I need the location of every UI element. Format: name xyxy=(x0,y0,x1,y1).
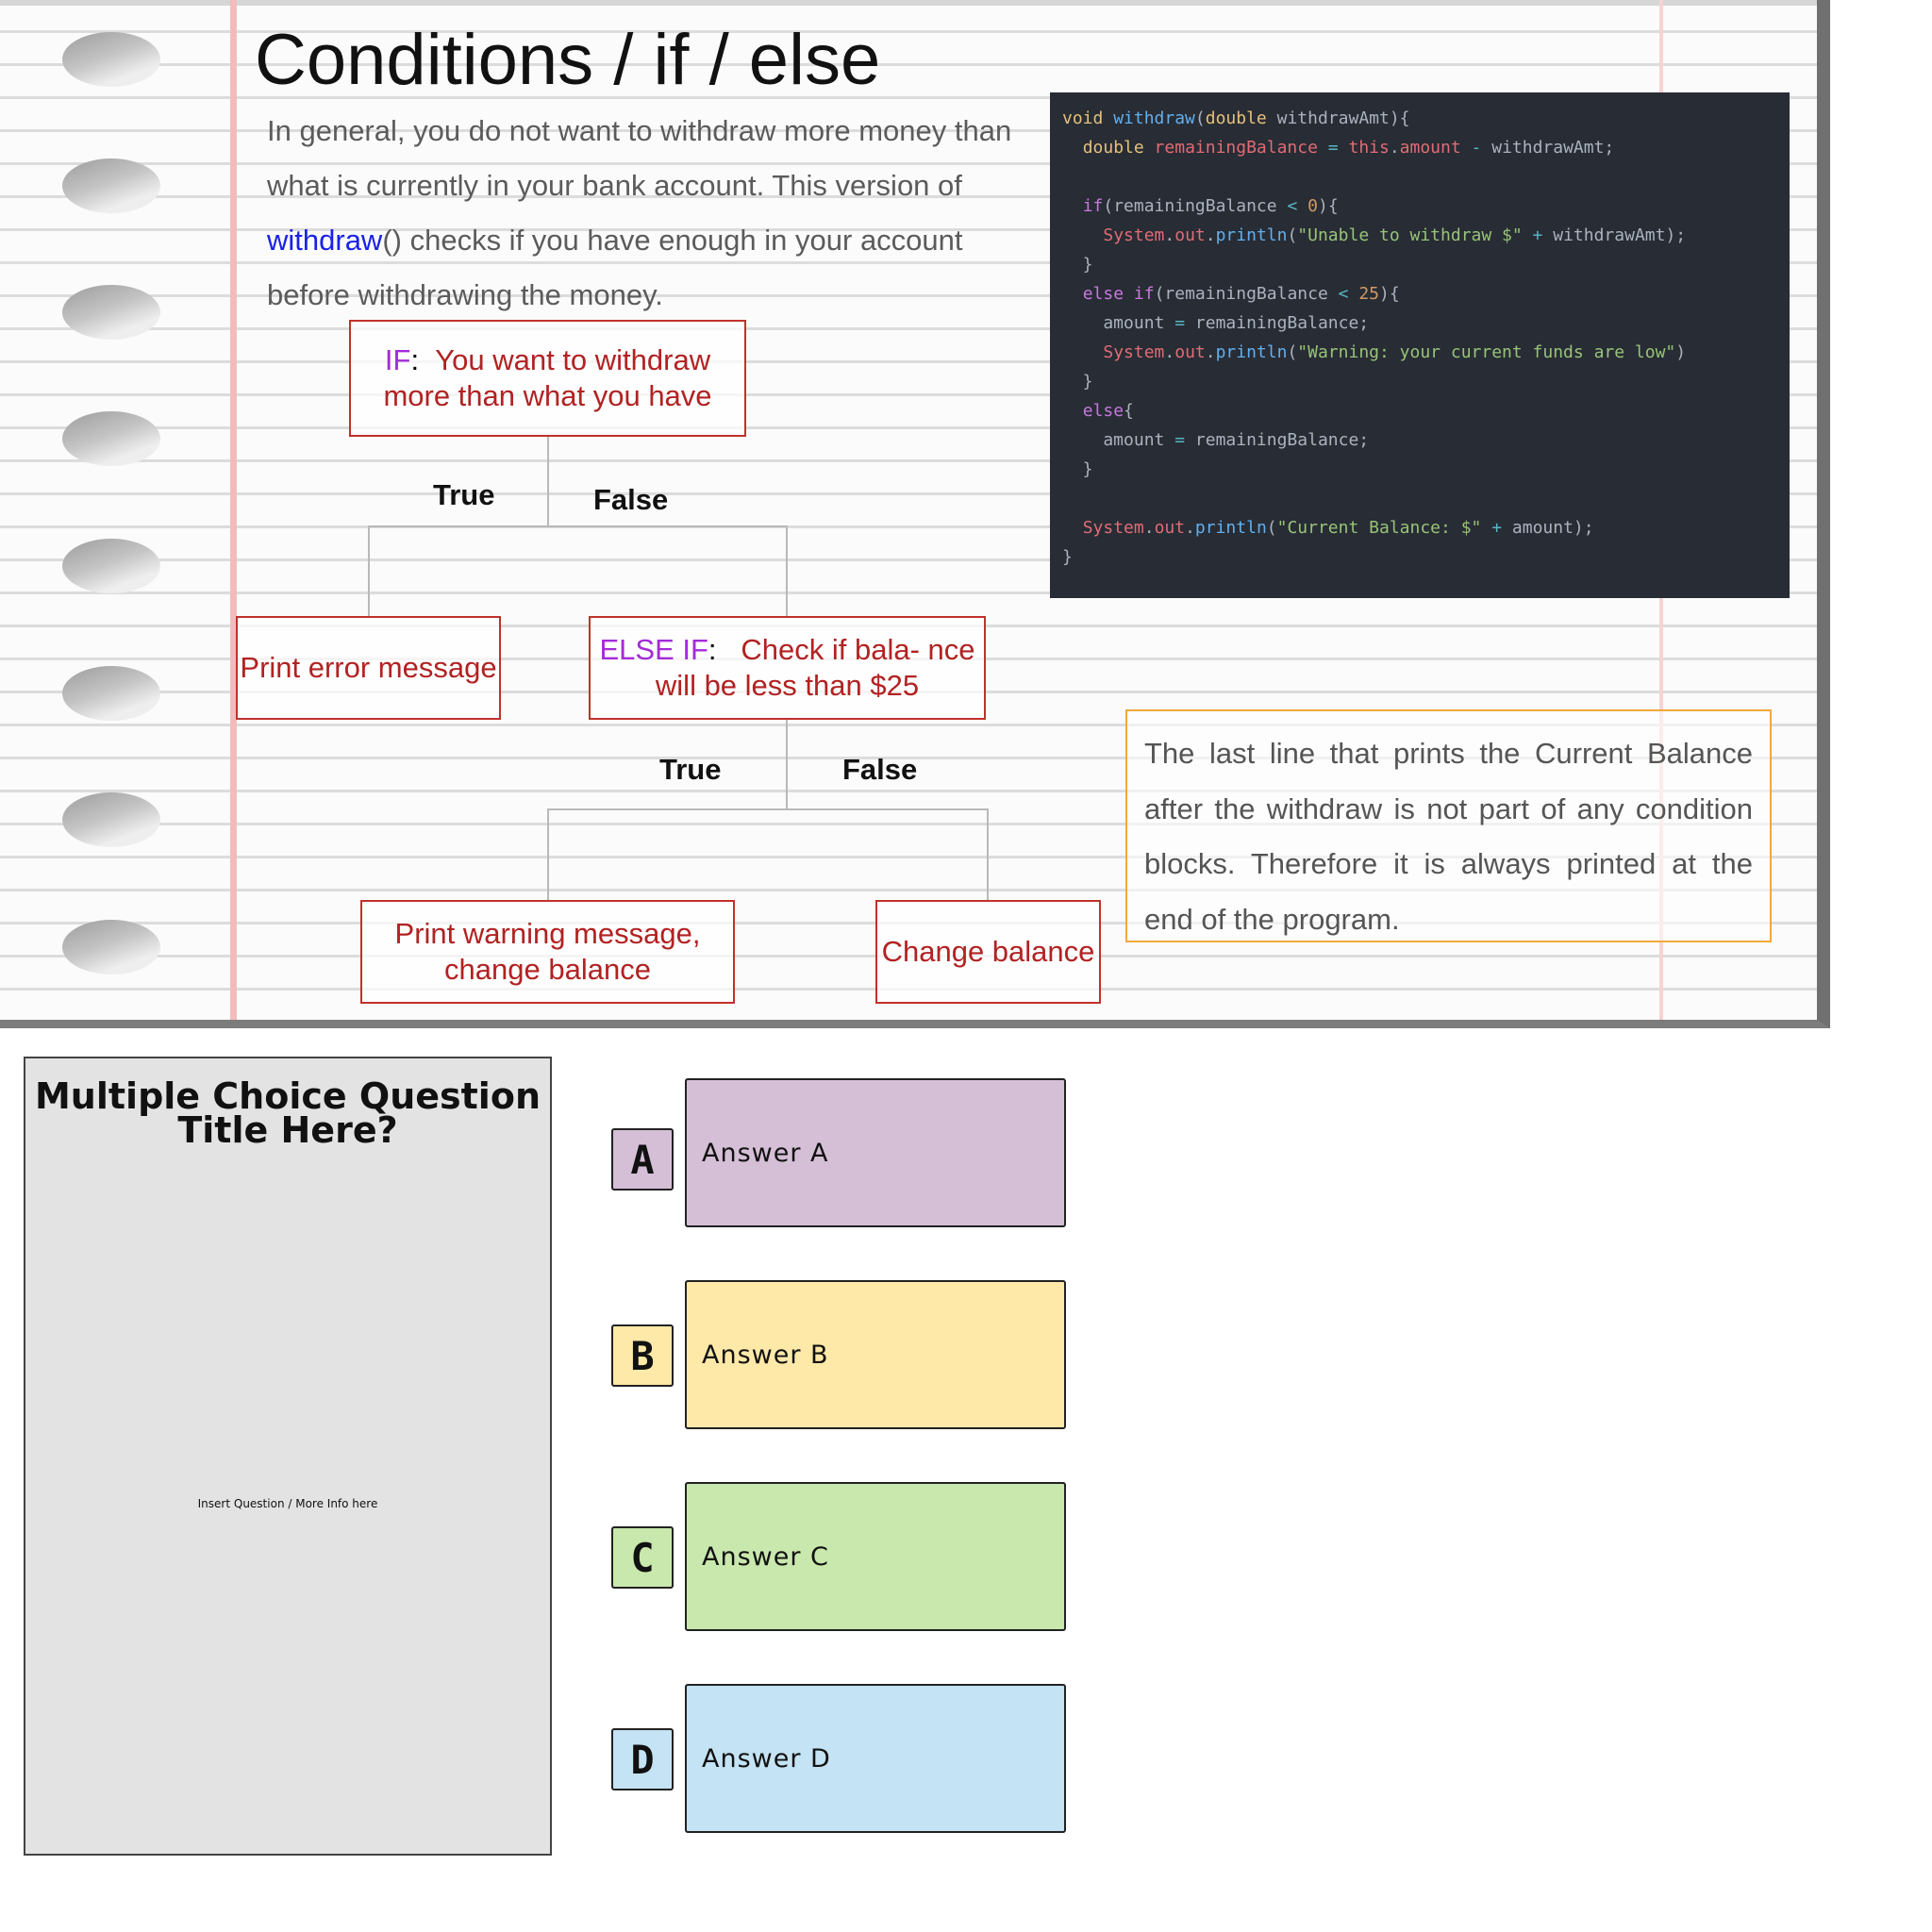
binder-hole-icon xyxy=(62,32,160,87)
code-line: System.out.println("Current Balance: $" … xyxy=(1082,518,1594,538)
binder-hole-icon xyxy=(62,666,160,721)
binder-hole-icon xyxy=(62,920,160,974)
branch-label-true: True xyxy=(433,478,495,511)
code-line: if(remainingBalance < 0){ xyxy=(1082,196,1339,216)
option-d-letter[interactable]: D xyxy=(611,1728,674,1790)
code-line: double remainingBalance = this.amount - … xyxy=(1082,138,1615,158)
notebook-slide: Conditions / if / else In general, you d… xyxy=(0,0,1830,1028)
option-d-answer[interactable]: Answer D xyxy=(685,1684,1066,1833)
binder-hole-icon xyxy=(62,792,160,847)
change-balance-box: Change balance xyxy=(875,900,1101,1004)
option-c-answer[interactable]: Answer C xyxy=(685,1482,1066,1631)
binder-hole-icon xyxy=(62,158,160,213)
margin-line-left xyxy=(230,0,237,1020)
print-warning-text: Print warning message, change balance xyxy=(394,917,701,986)
option-a-answer[interactable]: Answer A xyxy=(685,1078,1066,1227)
question-title: Multiple Choice Question Title Here? xyxy=(34,1075,541,1151)
code-line: } xyxy=(1062,459,1093,479)
code-line: amount = remainingBalance; xyxy=(1062,430,1370,450)
print-warning-box: Print warning message, change balance xyxy=(360,900,735,1004)
option-c-letter[interactable]: C xyxy=(611,1526,674,1589)
intro-method-name: withdraw xyxy=(267,224,383,257)
connector-line xyxy=(987,808,989,901)
code-line: System.out.println("Warning: your curren… xyxy=(1103,342,1687,362)
option-b-answer[interactable]: Answer B xyxy=(685,1280,1066,1429)
question-info: Insert Question / More Info here xyxy=(197,1497,378,1510)
code-line: } xyxy=(1062,372,1093,391)
paper-top-edge xyxy=(0,0,1817,6)
if-keyword: IF xyxy=(384,343,411,376)
connector-line xyxy=(547,436,549,526)
print-error-text: Print error message xyxy=(240,651,497,684)
option-b-letter[interactable]: B xyxy=(611,1324,674,1387)
print-error-box: Print error message xyxy=(236,616,501,720)
else-if-condition-box: ELSE IF: Check if bala- nce will be less… xyxy=(589,616,986,720)
connector-line xyxy=(786,719,788,809)
connector-line xyxy=(547,808,549,901)
code-line: } xyxy=(1062,547,1073,567)
change-balance-text: Change balance xyxy=(881,935,1095,968)
connector-line xyxy=(368,525,370,618)
option-a-letter[interactable]: A xyxy=(611,1128,674,1191)
question-panel: Multiple Choice Question Title Here? Ins… xyxy=(24,1057,552,1856)
code-line: } xyxy=(1062,255,1093,275)
if-condition-text: You want to withdraw more than what you … xyxy=(383,343,712,412)
code-line: else{ xyxy=(1082,401,1134,421)
if-condition-box: IF: You want to withdraw more than what … xyxy=(349,320,746,437)
intro-text-part1: In general, you do not want to withdraw … xyxy=(267,114,1012,202)
connector-line xyxy=(786,525,788,618)
branch-label-false: False xyxy=(593,483,669,516)
branch-label-true-2: True xyxy=(659,753,722,786)
explanation-note: The last line that prints the Current Ba… xyxy=(1125,709,1772,942)
code-block: void withdraw(double withdrawAmt){ doubl… xyxy=(1050,92,1790,598)
branch-label-false-2: False xyxy=(842,753,918,786)
binder-hole-icon xyxy=(62,539,160,593)
connector-line xyxy=(368,525,788,527)
binder-hole-icon xyxy=(62,285,160,340)
slide-title: Conditions / if / else xyxy=(255,20,881,100)
connector-line xyxy=(547,808,989,810)
intro-paragraph: In general, you do not want to withdraw … xyxy=(267,104,1041,323)
else-if-keyword: ELSE IF xyxy=(599,633,708,666)
code-line: amount = remainingBalance; xyxy=(1062,313,1370,333)
code-line: System.out.println("Unable to withdraw $… xyxy=(1103,225,1687,245)
code-line: void withdraw(double withdrawAmt){ xyxy=(1062,108,1410,128)
code-line: else if(remainingBalance < 25){ xyxy=(1082,284,1400,304)
binder-hole-icon xyxy=(62,411,160,466)
